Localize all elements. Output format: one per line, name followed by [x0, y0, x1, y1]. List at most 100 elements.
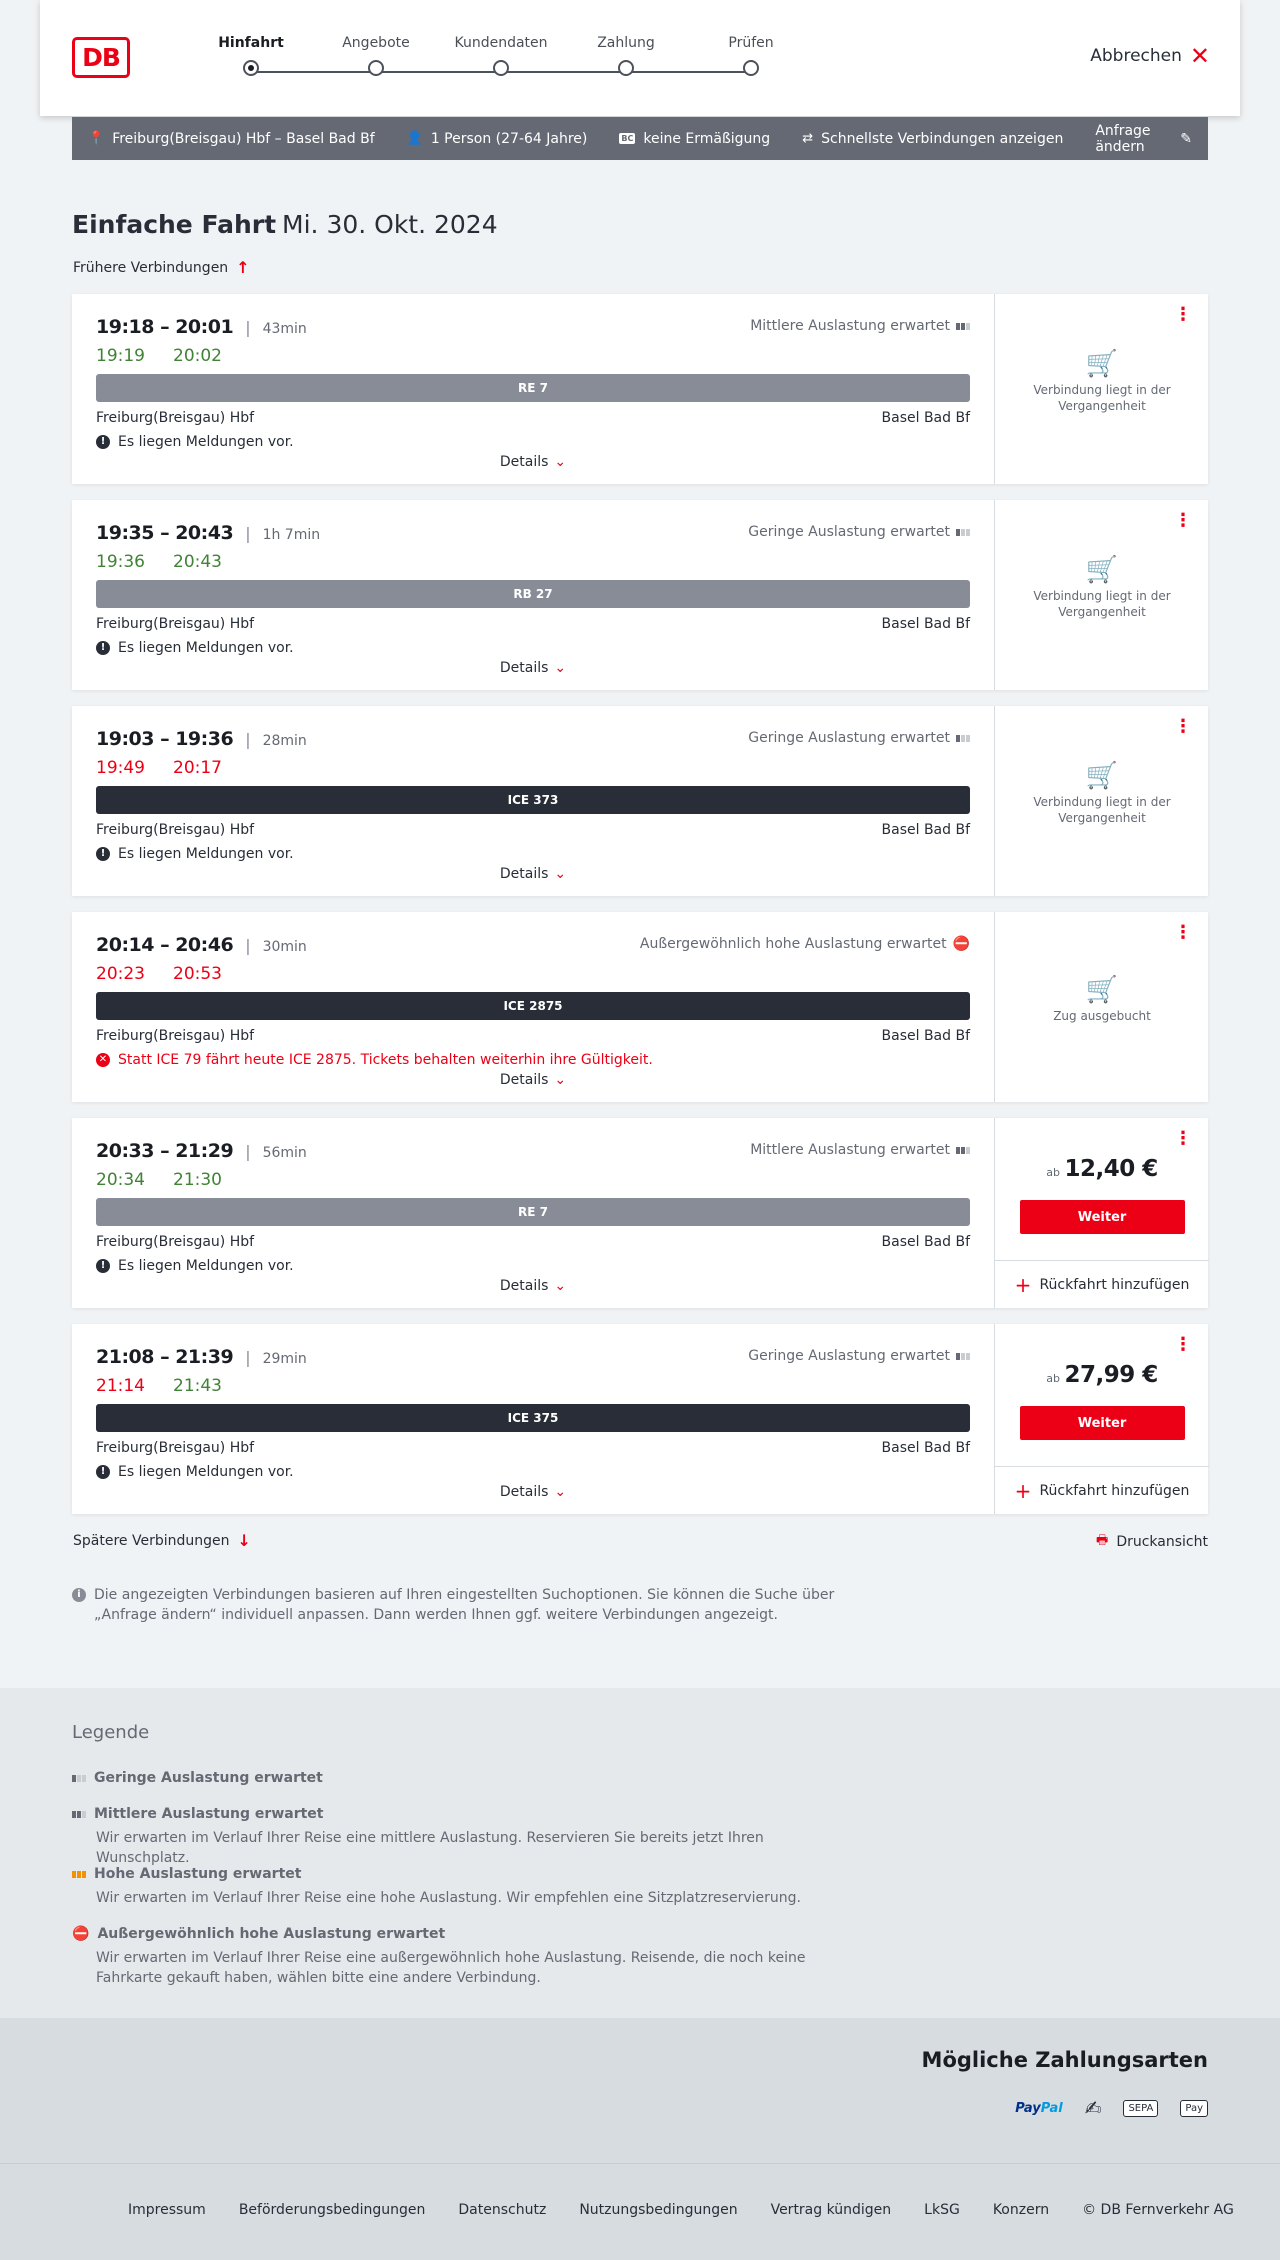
footer-link-lksg[interactable]: LkSG — [924, 2202, 960, 2218]
warning-text: Statt ICE 79 fährt heute ICE 2875. Ticke… — [118, 1052, 653, 1068]
train-bar[interactable]: ICE 373 — [96, 786, 970, 814]
realtime-times: 20:34 21:30 — [96, 1170, 970, 1190]
location-pin-icon: 📍 — [88, 131, 105, 146]
duration: 43min — [262, 321, 307, 337]
occupancy-info[interactable]: Außergewöhnlich hohe Auslastung erwartet… — [640, 936, 970, 952]
exclamation-icon: ! — [96, 641, 110, 655]
continue-button[interactable]: Weiter — [1019, 1406, 1185, 1440]
more-options-icon[interactable]: ⋮ — [1174, 1130, 1192, 1148]
legend-item-high: Hohe Auslastung erwartet Wir erwarten im… — [72, 1866, 852, 1908]
unavailable-text: Verbindung liegt in der Vergangenheit — [1033, 795, 1171, 825]
error-icon: ✕ — [96, 1053, 110, 1067]
separator: | — [245, 936, 251, 955]
legend-item-title: Mittlere Auslastung erwartet — [94, 1806, 324, 1822]
details-toggle[interactable]: Details ⌄ — [96, 1072, 970, 1088]
cancel-button[interactable]: Abbrechen ✕ — [1090, 44, 1210, 68]
details-toggle[interactable]: Details ⌄ — [96, 1278, 970, 1294]
cart-unavailable-icon: 🛒 — [1085, 349, 1119, 379]
cart-unavailable-icon: 🛒 — [1085, 761, 1119, 791]
unavailable-text: Verbindung liegt in der Vergangenheit — [1033, 589, 1171, 619]
details-toggle[interactable]: Details ⌄ — [96, 866, 970, 882]
offer-panel: ⋮ ab 27,99 € Weiter + Rückfahrt hinzufüg… — [994, 1324, 1209, 1514]
planned-time-range: 21:08 – 21:39 — [96, 1346, 234, 1368]
trip-type: Einfache Fahrt — [72, 210, 277, 239]
train-bar[interactable]: ICE 2875 — [96, 992, 970, 1020]
occupancy-low-icon — [956, 1352, 970, 1360]
details-toggle[interactable]: Details ⌄ — [96, 454, 970, 470]
duration: 30min — [262, 939, 307, 955]
step-pruefen: Prüfen — [691, 32, 811, 76]
more-options-icon[interactable]: ⋮ — [1174, 512, 1192, 530]
connection-card: 19:18 – 20:01 | 43min Mittlere Auslastun… — [72, 294, 1208, 484]
separator: | — [245, 1142, 251, 1161]
details-label: Details — [499, 1072, 549, 1088]
arrow-down-icon: ↓ — [237, 1531, 251, 1550]
arrival-station: Basel Bad Bf — [881, 1028, 970, 1044]
earlier-connections-link[interactable]: Frühere Verbindungen ↑ — [73, 258, 250, 277]
occupancy-info[interactable]: Geringe Auslastung erwartet — [748, 730, 970, 746]
connection-main: 20:14 – 20:46 | 30min Außergewöhnlich ho… — [96, 934, 970, 1068]
add-return-label: Rückfahrt hinzufügen — [1039, 1276, 1190, 1293]
travellers-text: 1 Person (27-64 Jahre) — [430, 130, 588, 147]
unavailable-text: Zug ausgebucht — [1053, 1009, 1151, 1023]
add-return-button[interactable]: + Rückfahrt hinzufügen — [995, 1260, 1209, 1308]
legend-item-exceptional: ⛔ Außergewöhnlich hohe Auslastung erwart… — [72, 1926, 852, 1988]
footer-link-vertrag-kuendigen[interactable]: Vertrag kündigen — [771, 2202, 892, 2218]
occupancy-info[interactable]: Geringe Auslastung erwartet — [748, 1348, 970, 1364]
footer-link-datenschutz[interactable]: Datenschutz — [458, 2202, 546, 2218]
later-label: Spätere Verbindungen — [73, 1532, 230, 1549]
notice-text: Es liegen Meldungen vor. — [118, 640, 294, 656]
more-options-icon[interactable]: ⋮ — [1174, 1336, 1192, 1354]
search-summary-bar: 📍 Freiburg(Breisgau) Hbf – Basel Bad Bf … — [72, 117, 1208, 160]
more-options-icon[interactable]: ⋮ — [1174, 306, 1192, 324]
header-bar: DB Hinfahrt Angebote Kundendaten Zahlung… — [40, 0, 1240, 116]
realtime-times: 19:49 20:17 — [96, 758, 970, 778]
price: 27,99 € — [1064, 1362, 1158, 1388]
footer-link-nutzungsbedingungen[interactable]: Nutzungsbedingungen — [579, 2202, 737, 2218]
step-dot — [493, 60, 509, 76]
planned-time-range: 19:18 – 20:01 — [96, 316, 234, 338]
occupancy-info[interactable]: Mittlere Auslastung erwartet — [750, 318, 970, 334]
footer-link-impressum[interactable]: Impressum — [128, 2202, 206, 2218]
train-bar[interactable]: RE 7 — [96, 1198, 970, 1226]
train-bar[interactable]: ICE 375 — [96, 1404, 970, 1432]
realtime-times: 20:23 20:53 — [96, 964, 970, 984]
realtime-departure: 20:23 — [96, 964, 145, 984]
continue-button[interactable]: Weiter — [1019, 1200, 1185, 1234]
change-request-label: Anfrage ändern — [1095, 122, 1151, 155]
footer-link-konzern[interactable]: Konzern — [993, 2202, 1049, 2218]
details-toggle[interactable]: Details ⌄ — [96, 1484, 970, 1500]
db-logo[interactable]: DB — [72, 37, 130, 78]
apple-pay-icon: Pay — [1180, 2099, 1208, 2117]
train-bar[interactable]: RB 27 — [96, 580, 970, 608]
print-view-link[interactable]: 🖶 Druckansicht — [1096, 1531, 1208, 1553]
occupancy-info[interactable]: Mittlere Auslastung erwartet — [750, 1142, 970, 1158]
unavailable-info: 🛒 Verbindung liegt in der Vergangenheit — [995, 557, 1209, 620]
step-dot-active — [243, 60, 259, 76]
add-return-button[interactable]: + Rückfahrt hinzufügen — [995, 1466, 1209, 1514]
occupancy-medium-icon — [72, 1810, 86, 1818]
more-options-icon[interactable]: ⋮ — [1174, 924, 1192, 942]
notice-text: Es liegen Meldungen vor. — [118, 1464, 294, 1480]
occupancy-info[interactable]: Geringe Auslastung erwartet — [748, 524, 970, 540]
earlier-label: Frühere Verbindungen — [73, 259, 229, 276]
later-connections-link[interactable]: Spätere Verbindungen ↓ — [73, 1531, 251, 1550]
apple-pay-label: Pay — [1185, 2102, 1203, 2114]
stations: Freiburg(Breisgau) Hbf Basel Bad Bf — [96, 822, 970, 838]
step-hinfahrt: Hinfahrt — [191, 32, 311, 76]
realtime-arrival: 21:30 — [173, 1170, 222, 1190]
step-dot — [368, 60, 384, 76]
train-bar[interactable]: RE 7 — [96, 374, 970, 402]
occupancy-label: Geringe Auslastung erwartet — [748, 524, 950, 540]
price-prefix: ab — [1046, 1166, 1060, 1179]
planned-time-range: 19:35 – 20:43 — [96, 522, 234, 544]
footer-link-befoerderungsbedingungen[interactable]: Beförderungsbedingungen — [239, 2202, 426, 2218]
more-options-icon[interactable]: ⋮ — [1174, 718, 1192, 736]
arrow-up-icon: ↑ — [236, 258, 250, 277]
change-request-button[interactable]: Anfrage ändern ✎ — [1095, 123, 1192, 155]
occupancy-exceptional-icon: ⛔ — [72, 1926, 90, 1942]
separator: | — [245, 730, 251, 749]
details-toggle[interactable]: Details ⌄ — [96, 660, 970, 676]
fastest-summary: ⇄ Schnellste Verbindungen anzeigen — [802, 131, 1063, 147]
chevron-down-icon: ⌄ — [554, 660, 567, 676]
